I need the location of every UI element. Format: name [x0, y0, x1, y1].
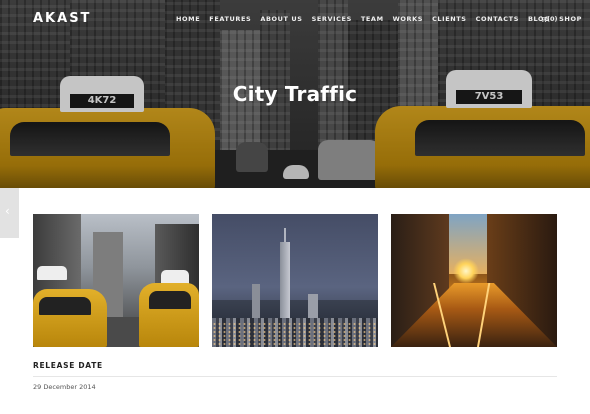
- main-nav: HOME FEATURES ABOUT US SERVICES TEAM WOR…: [176, 15, 582, 23]
- nav-features[interactable]: FEATURES: [209, 15, 251, 23]
- cart-button[interactable]: (0): [540, 15, 557, 23]
- site-logo[interactable]: AKAST: [33, 11, 91, 26]
- cart-count: (0): [547, 15, 558, 23]
- nav-about-us[interactable]: ABOUT US: [260, 15, 302, 23]
- nav-team[interactable]: TEAM: [361, 15, 384, 23]
- nav-services[interactable]: SERVICES: [312, 15, 352, 23]
- nav-clients[interactable]: CLIENTS: [432, 15, 467, 23]
- divider: [33, 376, 557, 377]
- nav-home[interactable]: HOME: [176, 15, 200, 23]
- release-date-value: 29 December 2014: [33, 383, 96, 391]
- gallery-image-skyline[interactable]: [212, 214, 378, 347]
- gallery-image-taxis[interactable]: [33, 214, 199, 347]
- nav-shop[interactable]: SHOP: [559, 15, 582, 23]
- cart-icon: [540, 16, 547, 22]
- side-prev-tab[interactable]: ‹: [0, 188, 19, 238]
- gallery-image-sunset-street[interactable]: [391, 214, 557, 347]
- nav-works[interactable]: WORKS: [393, 15, 423, 23]
- page-title: City Traffic: [232, 82, 358, 106]
- nav-contacts[interactable]: CONTACTS: [476, 15, 519, 23]
- release-date-heading: RELEASE DATE: [33, 361, 103, 370]
- chevron-left-icon: ‹: [5, 204, 10, 218]
